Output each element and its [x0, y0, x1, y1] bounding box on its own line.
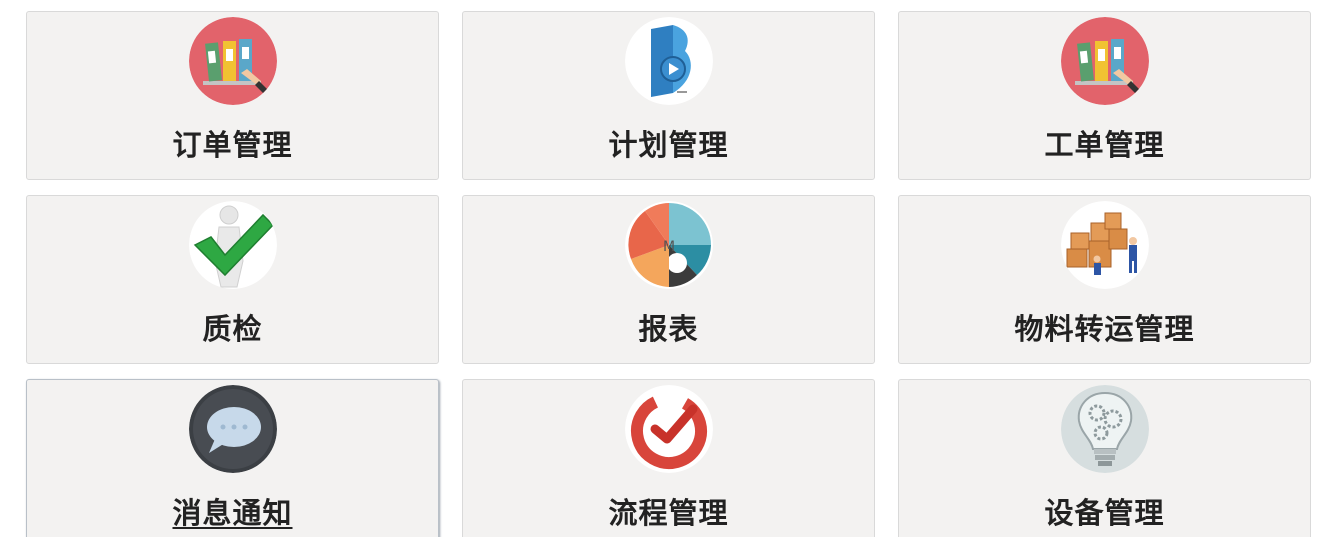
binders-icon	[1060, 17, 1149, 105]
tile-label: 计划管理	[608, 128, 729, 162]
tile-quality-inspection[interactable]: 质检	[26, 195, 439, 364]
checkmark-figure-icon	[188, 201, 277, 289]
tile-label: 消息通知	[172, 496, 293, 530]
tile-message-notification[interactable]: 消息通知	[26, 379, 439, 537]
tile-plan-management[interactable]: 计划管理	[462, 11, 875, 180]
tile-label: 工单管理	[1044, 128, 1165, 162]
red-check-icon	[624, 385, 713, 473]
tile-label: 报表	[638, 312, 699, 346]
tile-workorder-management[interactable]: 工单管理	[898, 11, 1311, 180]
binders-icon	[188, 17, 277, 105]
blue-book-icon	[624, 17, 713, 105]
boxes-movers-icon	[1060, 201, 1149, 289]
tile-reports[interactable]: M 报表	[462, 195, 875, 364]
tile-label: 设备管理	[1044, 496, 1165, 530]
svg-text:M: M	[662, 239, 674, 255]
tile-material-transport[interactable]: 物料转运管理	[898, 195, 1311, 364]
menu-grid: 订单管理 计划管理 工单管理 质检 M 报表 物料转运管理 消息通知 流程管理 …	[0, 0, 1335, 537]
chat-bubble-icon	[188, 385, 277, 473]
tile-process-management[interactable]: 流程管理	[462, 379, 875, 537]
tile-label: 流程管理	[608, 496, 729, 530]
tile-order-management[interactable]: 订单管理	[26, 11, 439, 180]
tile-label: 物料转运管理	[1014, 312, 1195, 346]
tile-label: 质检	[202, 312, 263, 346]
tile-label: 订单管理	[172, 128, 293, 162]
tile-equipment-management[interactable]: 设备管理	[898, 379, 1311, 537]
gear-bulb-icon	[1060, 385, 1149, 473]
pie-chart-icon: M	[624, 201, 713, 289]
